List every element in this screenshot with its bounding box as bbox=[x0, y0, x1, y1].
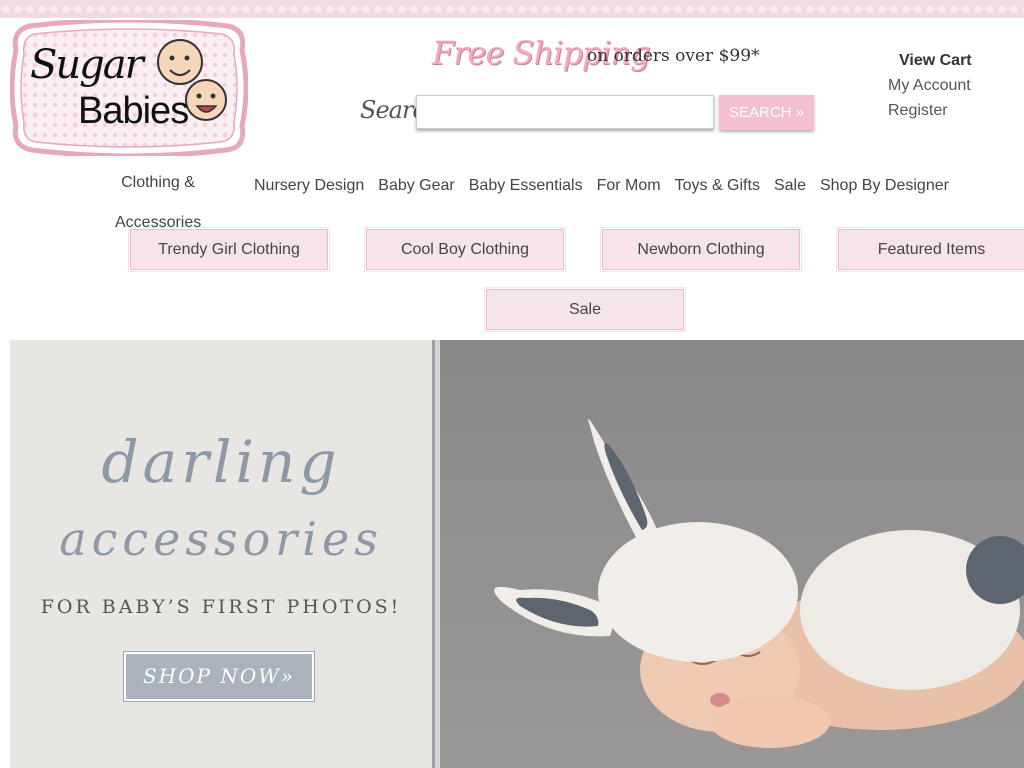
nav-item-nursery-design[interactable]: Nursery Design bbox=[254, 177, 364, 195]
subnav-featured-items[interactable]: Featured Items bbox=[837, 228, 1024, 271]
nav-item-sale[interactable]: Sale bbox=[774, 177, 806, 195]
sugar-babies-logo[interactable]: Sugar Babies bbox=[9, 17, 249, 159]
subnav-trendy-girl-clothing[interactable]: Trendy Girl Clothing bbox=[129, 228, 329, 271]
register-link[interactable]: Register bbox=[888, 98, 972, 123]
search-button[interactable]: SEARCH » bbox=[719, 95, 814, 130]
nav-item-baby-essentials[interactable]: Baby Essentials bbox=[469, 177, 583, 195]
search-input[interactable] bbox=[416, 95, 714, 129]
view-cart-link[interactable]: View Cart bbox=[888, 48, 972, 73]
hero-text-panel: darling accessories FOR BABY’S FIRST PHO… bbox=[10, 340, 432, 768]
logo-word-sugar: Sugar bbox=[30, 42, 144, 88]
subnav-sale[interactable]: Sale bbox=[485, 288, 685, 331]
nav-item-for-mom[interactable]: For Mom bbox=[597, 177, 661, 195]
free-shipping-threshold: on orders over $99* bbox=[587, 46, 760, 66]
nav-item-toys-gifts[interactable]: Toys & Gifts bbox=[675, 177, 760, 195]
main-nav-links: Nursery Design Baby Gear Baby Essentials… bbox=[254, 177, 949, 195]
hero-photo bbox=[440, 340, 1024, 768]
sleeping-baby-photo bbox=[440, 340, 1024, 768]
my-account-link[interactable]: My Account bbox=[888, 73, 972, 98]
hero-subline: FOR BABY’S FIRST PHOTOS! bbox=[40, 596, 402, 618]
lace-border bbox=[0, 0, 1024, 18]
shop-now-button[interactable]: SHOP NOW» bbox=[123, 651, 315, 702]
subnav-cool-boy-clothing[interactable]: Cool Boy Clothing bbox=[365, 228, 565, 271]
subnav-newborn-clothing[interactable]: Newborn Clothing bbox=[601, 228, 801, 271]
nav-item-shop-by-designer[interactable]: Shop By Designer bbox=[820, 177, 949, 195]
account-links: View Cart My Account Register bbox=[888, 48, 972, 123]
nav-item-baby-gear[interactable]: Baby Gear bbox=[378, 177, 454, 195]
hero-divider bbox=[432, 340, 440, 768]
hero-headline-line1: darling bbox=[101, 428, 341, 496]
hero-headline-line2: accessories bbox=[59, 512, 383, 566]
logo-graphic bbox=[9, 17, 249, 159]
free-shipping-banner: Free Shipping on orders over $99* bbox=[432, 34, 760, 86]
logo-word-babies: Babies bbox=[78, 90, 189, 132]
hero-banner[interactable]: darling accessories FOR BABY’S FIRST PHO… bbox=[10, 340, 1024, 768]
